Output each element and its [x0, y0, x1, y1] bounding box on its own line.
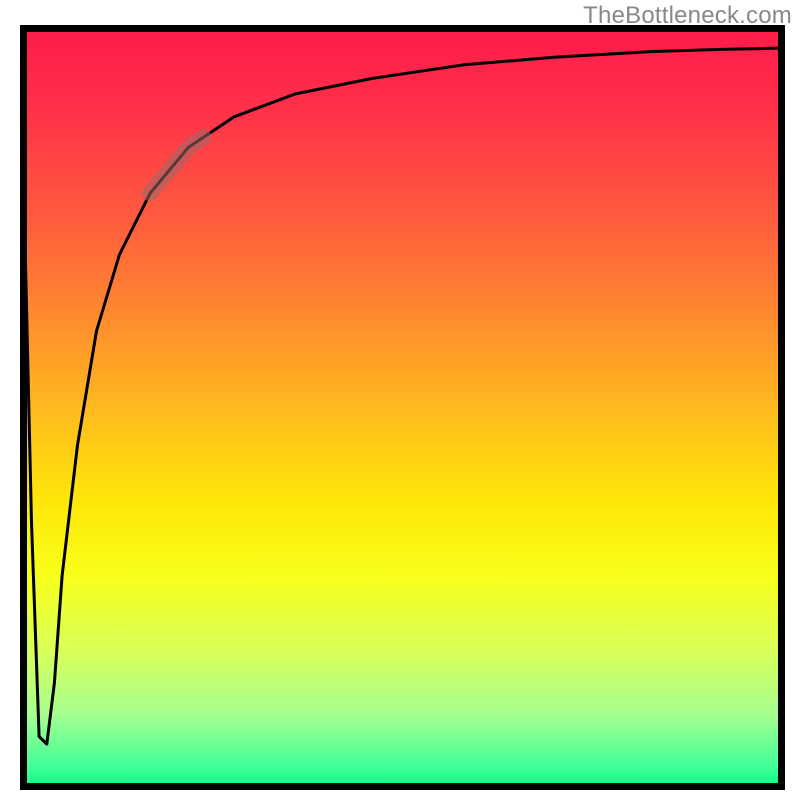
curve-highlight	[150, 137, 204, 193]
chart-container: TheBottleneck.com	[0, 0, 800, 800]
plot-area	[20, 25, 785, 790]
curve-line	[20, 25, 785, 744]
watermark-text: TheBottleneck.com	[583, 2, 792, 30]
bottleneck-curve	[20, 25, 785, 790]
